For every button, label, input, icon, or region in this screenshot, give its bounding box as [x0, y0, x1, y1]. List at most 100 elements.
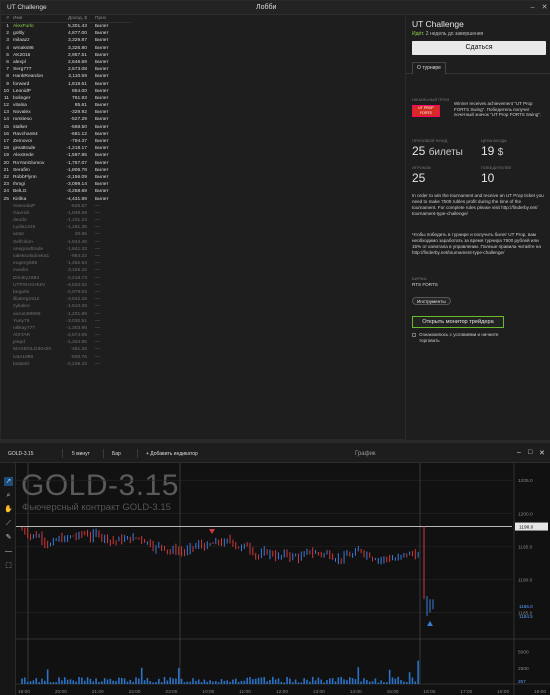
volume-bar: [320, 679, 323, 684]
volume-bar: [289, 678, 291, 684]
cell-name: Ravchan64: [13, 131, 38, 137]
horizontal-line-tool-icon[interactable]: —: [4, 547, 13, 556]
symbol-selector[interactable]: GOLD-3.15: [8, 451, 34, 457]
col-prize[interactable]: Приз: [91, 16, 121, 21]
table-row[interactable]: antar 30.65 —: [1, 231, 131, 238]
table-row[interactable]: 21 Serafim -1,806.78 Билет: [1, 167, 131, 174]
table-row[interactable]: 24 BelLG -3,258.68 Билет: [1, 188, 131, 195]
cell-name: RoYanGlumov: [13, 160, 45, 166]
timeframe-selector[interactable]: 5 минут: [72, 451, 90, 457]
table-row[interactable]: Selfcition -1,634.40 —: [1, 239, 131, 246]
open-trader-monitor-button[interactable]: Открыть монитор трейдера: [412, 316, 504, 328]
table-row[interactable]: Ivan1988 -930.76 —: [1, 354, 131, 361]
table-row[interactable]: jeepd -1,344.85 —: [1, 339, 131, 346]
chart-toolbar: GOLD-3.15 5 минут Бар + Добавить индикат…: [0, 443, 550, 463]
table-row[interactable]: 2 goltly 4,877.00 Билет: [1, 30, 131, 37]
line-tool-icon[interactable]: ⟋: [4, 519, 13, 528]
col-income[interactable]: Доход, $: [51, 16, 91, 21]
table-row[interactable]: Lydia1316 -1,181.35 —: [1, 224, 131, 231]
cell-prize: Билет: [95, 139, 109, 144]
instruments-button[interactable]: Инструменты: [412, 297, 451, 305]
cell-name: illiatreg1912: [13, 297, 40, 303]
table-row[interactable]: illiatreg1912 -3,642.15 —: [1, 296, 131, 303]
sell-marker-icon: [209, 529, 215, 534]
table-row[interactable]: 1 AlexFurlo 5,301.43 Билет: [1, 23, 131, 30]
table-row[interactable]: 3 milaazz 3,329.87 Билет: [1, 37, 131, 44]
table-row[interactable]: 17 Zemovoi -794.37 Билет: [1, 138, 131, 145]
maximize-icon[interactable]: □: [528, 449, 532, 456]
volume-bar: [383, 682, 385, 684]
cell-name: AlSTAR: [13, 333, 31, 339]
close-icon[interactable]: ✕: [539, 449, 545, 457]
cell-name: begarle: [13, 289, 30, 295]
table-row[interactable]: UTPSHCHKIN -4,833.02 —: [1, 282, 131, 289]
table-row[interactable]: 25 Kirilka -4,431.89 Билет: [1, 196, 131, 203]
table-row[interactable]: nikkay777 -1,303.96 —: [1, 325, 131, 332]
hand-tool-icon[interactable]: ✋: [4, 505, 13, 514]
cell-prize: —: [95, 268, 100, 274]
col-rank[interactable]: #: [1, 16, 11, 21]
bar-type-selector[interactable]: Бар: [112, 451, 121, 457]
terms-checkbox[interactable]: [412, 333, 416, 337]
table-row[interactable]: 22 RobbFlynn -2,156.09 Билет: [1, 174, 131, 181]
cell-prize: —: [95, 333, 100, 339]
table-row[interactable]: 14 romiteso -527.29 Билет: [1, 116, 131, 123]
table-row[interactable]: 12 vitalsa 85.61 Билет: [1, 102, 131, 109]
volume-bar: [186, 681, 189, 684]
cell-name: Serg777: [13, 67, 32, 73]
table-row[interactable]: 10 LeonidP 854.00 Билет: [1, 88, 131, 95]
price-chart[interactable]: GOLD-3.15 Фьючерсный контракт GOLD-3.15 …: [16, 463, 550, 695]
close-icon[interactable]: ✕: [540, 3, 549, 12]
volume-bar: [89, 678, 92, 684]
cell-prize: —: [95, 311, 100, 317]
table-row[interactable]: zykaleo -1,510.08 —: [1, 303, 131, 310]
table-row[interactable]: 7 Serg777 2,573.08 Билет: [1, 66, 131, 73]
volume-bar: [323, 682, 325, 684]
table-row[interactable]: 13 Novalex -329.92 Билет: [1, 109, 131, 116]
cursor-tool-icon[interactable]: ➚: [4, 477, 13, 486]
toolbar-divider: [62, 449, 63, 458]
table-row[interactable]: 11 bolinger 761.93 Билет: [1, 95, 131, 102]
table-row[interactable]: Dimitry1984 -2,218.73 —: [1, 275, 131, 282]
cell-rank: 19: [3, 153, 9, 159]
cell-income: -1,231.89: [66, 311, 87, 317]
table-row[interactable]: 15 stalker -568.50 Билет: [1, 124, 131, 131]
volume-bar: [232, 679, 234, 684]
tab-about[interactable]: О турнире: [412, 62, 446, 74]
table-row[interactable]: 4 wmaks86 3,326.80 Билет: [1, 45, 131, 52]
table-row[interactable]: 5 AK2015 2,957.51 Билет: [1, 52, 131, 59]
volume-bar: [334, 681, 337, 684]
add-indicator-button[interactable]: + Добавить индикатор: [146, 451, 198, 457]
table-row[interactable]: Gavrick -1,049.59 —: [1, 210, 131, 217]
table-row[interactable]: VoevodaP -625.67 —: [1, 203, 131, 210]
table-row[interactable]: 19 Alextrede -1,597.85 Билет: [1, 152, 131, 159]
table-row[interactable]: 6 alexpl 2,646.69 Билет: [1, 59, 131, 66]
table-row[interactable]: 23 Ihmgi -3,099.14 Билет: [1, 181, 131, 188]
pen-tool-icon[interactable]: ✎: [4, 533, 13, 542]
volume-bar: [197, 679, 200, 684]
minimize-icon[interactable]: –: [528, 3, 537, 12]
col-name[interactable]: Имя: [11, 16, 51, 21]
table-row[interactable]: begarle -2,078.03 —: [1, 289, 131, 296]
cell-name: antar: [13, 232, 25, 238]
table-row[interactable]: eugeny555 -1,452.54 —: [1, 260, 131, 267]
table-row[interactable]: bolaeld -2,239.42 —: [1, 361, 131, 368]
table-row[interactable]: onegoodtrade -1,841.33 —: [1, 246, 131, 253]
table-row[interactable]: 20 RoYanGlumov -1,757.07 Билет: [1, 160, 131, 167]
table-row[interactable]: 9 forward 1,818.61 Билет: [1, 81, 131, 88]
table-row[interactable]: 8 HankReardon 2,110.59 Билет: [1, 73, 131, 80]
table-row[interactable]: 18 greattrade -1,218.17 Билет: [1, 145, 131, 152]
table-row[interactable]: AlSTAR -2,874.08 —: [1, 332, 131, 339]
table-row[interactable]: valeksolodovka1 -984.22 —: [1, 253, 131, 260]
volume-bar: [254, 678, 257, 684]
table-row[interactable]: MAXDOLGIKH2014 -481.25 —: [1, 346, 131, 353]
table-row[interactable]: aurum99999 -1,231.89 —: [1, 311, 131, 318]
rectangle-tool-icon[interactable]: ⬚: [4, 561, 13, 570]
table-row[interactable]: vvasko 3,155.22 —: [1, 267, 131, 274]
surrender-button[interactable]: Сдаться: [412, 41, 546, 55]
table-row[interactable]: deodo -1,101.24 —: [1, 217, 131, 224]
table-row[interactable]: Yuriy79 -3,030.51 —: [1, 318, 131, 325]
zoom-tool-icon[interactable]: ⌕: [4, 491, 13, 500]
table-row[interactable]: 16 Ravchan64 -681.12 Билет: [1, 131, 131, 138]
minimize-icon[interactable]: –: [517, 449, 521, 456]
